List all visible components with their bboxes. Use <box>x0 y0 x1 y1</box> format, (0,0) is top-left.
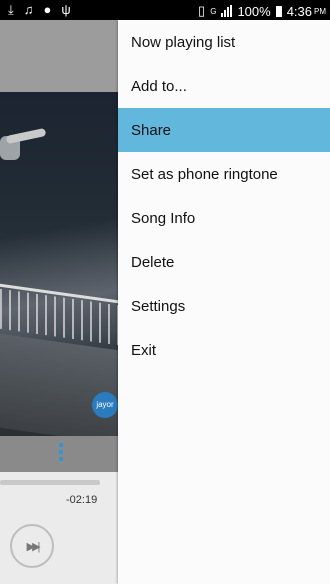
menu-item-share[interactable]: Share <box>118 108 330 152</box>
system-icons: ▯ G 100% 4:36 PM <box>198 3 326 19</box>
overflow-menu-icon[interactable] <box>59 443 63 461</box>
seek-bar[interactable] <box>0 480 100 485</box>
album-art: jayor <box>0 92 118 436</box>
progress-area: -02:19 ▶▶| <box>0 472 118 584</box>
clock-ampm: PM <box>314 6 326 16</box>
music-note-icon: ♫ <box>23 2 34 17</box>
menu-item-settings[interactable]: Settings <box>118 284 330 328</box>
menu-item-delete[interactable]: Delete <box>118 240 330 284</box>
next-track-button[interactable]: ▶▶| <box>10 524 54 568</box>
options-menu: Now playing list Add to... Share Set as … <box>118 20 330 584</box>
network-type: G <box>210 6 217 16</box>
download-icon: ⤓ <box>8 2 14 17</box>
menu-item-song-info[interactable]: Song Info <box>118 196 330 240</box>
vibrate-icon: ▯ <box>198 3 206 18</box>
album-logo-badge: jayor <box>92 392 118 418</box>
menu-item-set-ringtone[interactable]: Set as phone ringtone <box>118 152 330 196</box>
battery-percent: 100% <box>237 3 271 19</box>
menu-item-now-playing-list[interactable]: Now playing list <box>118 20 330 64</box>
player-header <box>0 20 118 92</box>
battery-icon <box>275 5 282 17</box>
cat-icon: ● <box>43 2 52 17</box>
status-bar: ⤓ ♫ ● ψ ▯ G 100% 4:36 PM <box>0 0 330 20</box>
menu-item-exit[interactable]: Exit <box>118 328 330 372</box>
notification-icons: ⤓ ♫ ● ψ <box>8 2 71 18</box>
menu-item-add-to[interactable]: Add to... <box>118 64 330 108</box>
signal-icon <box>221 5 233 17</box>
next-track-icon: ▶▶| <box>26 540 41 553</box>
time-remaining: -02:19 <box>66 494 98 506</box>
clock: 4:36 <box>286 3 312 19</box>
player-control-strip <box>0 436 118 472</box>
usb-icon: ψ <box>61 2 71 17</box>
